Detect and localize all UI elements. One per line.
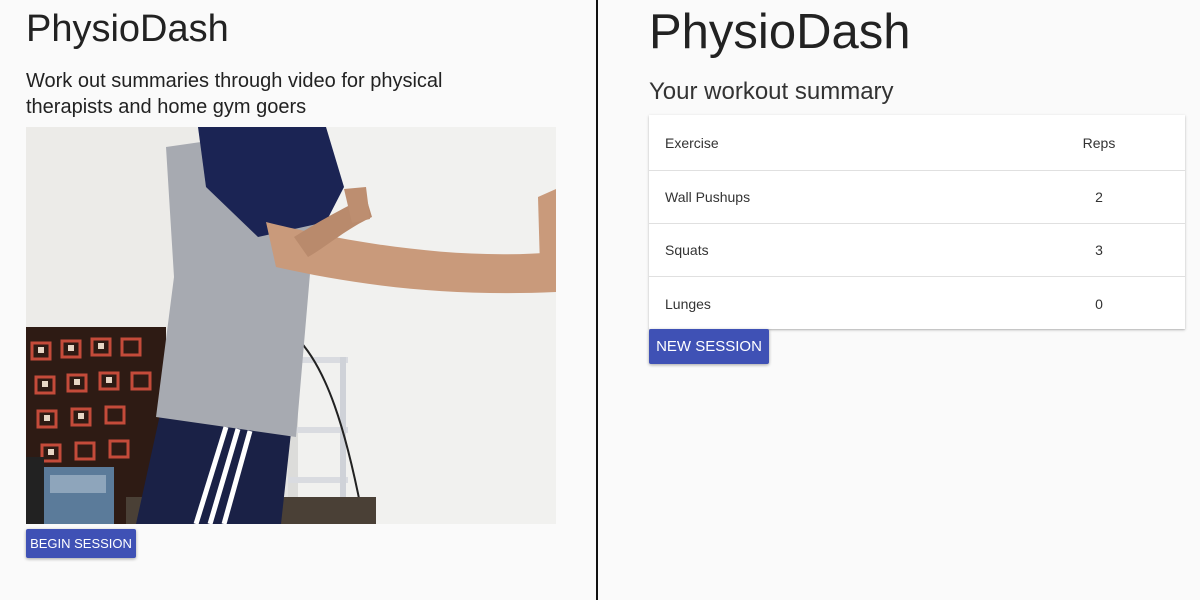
exercise-cell: Wall Pushups (665, 189, 751, 205)
panel-divider (596, 0, 598, 600)
reps-cell: 0 (1095, 295, 1103, 312)
left-app-subtitle: Work out summaries through video for phy… (26, 70, 443, 118)
column-header-exercise: Exercise (665, 134, 719, 151)
exercise-cell: Squats (665, 242, 709, 258)
video-frame-image (26, 127, 556, 524)
table-row: Lunges 0 (649, 277, 1185, 330)
table-row: Wall Pushups 2 (649, 171, 1185, 224)
table-row: Squats 3 (649, 224, 1185, 277)
new-session-button[interactable]: NEW SESSION (649, 329, 769, 364)
begin-session-button[interactable]: BEGIN SESSION (26, 529, 136, 558)
left-app-title: PhysioDash (26, 8, 229, 50)
video-feed (26, 127, 556, 524)
table-header-row: Exercise Reps (649, 115, 1185, 171)
reps-cell: 2 (1095, 189, 1103, 205)
reps-cell: 3 (1095, 242, 1103, 258)
exercise-cell: Lunges (665, 295, 711, 312)
column-header-reps: Reps (1082, 134, 1116, 151)
right-app-title: PhysioDash (649, 5, 911, 59)
workout-summary-table: Exercise Reps Wall Pushups 2 Squats 3 Lu… (649, 115, 1185, 329)
workout-summary-heading: Your workout summary (649, 78, 894, 105)
